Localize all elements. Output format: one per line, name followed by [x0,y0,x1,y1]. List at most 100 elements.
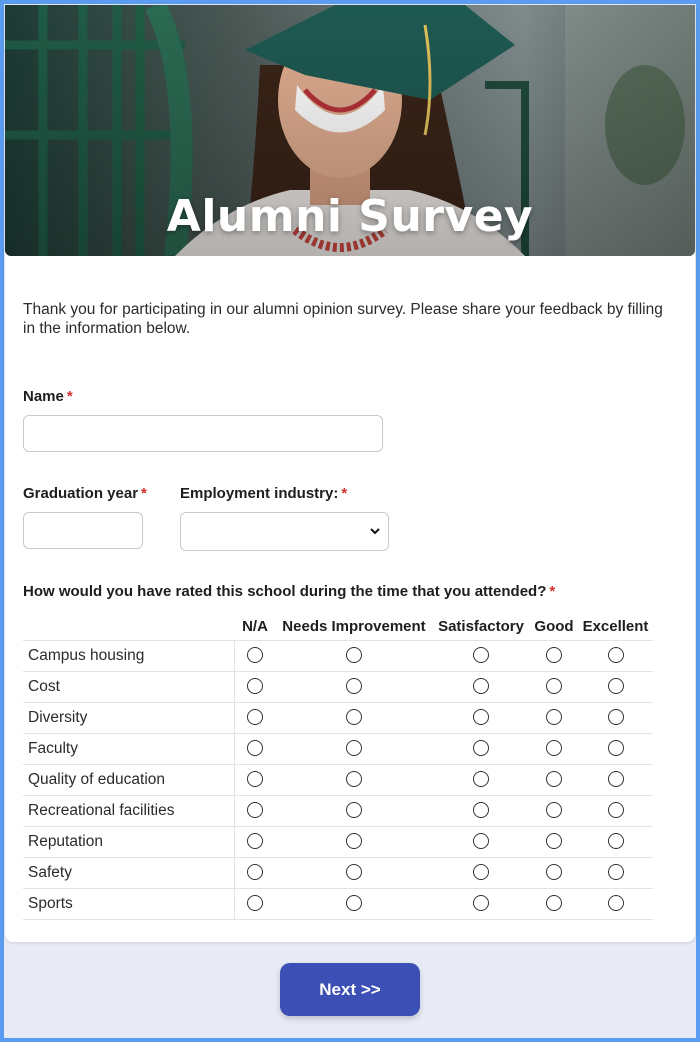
rating-radio-button[interactable] [546,709,562,726]
rating-radio-button[interactable] [607,647,624,664]
graduation-year-input[interactable] [23,512,143,549]
rating-radio-button[interactable] [247,895,264,912]
next-button[interactable]: Next >> [280,963,420,1016]
page-title: Alumni Survey [166,191,534,242]
name-input[interactable] [23,415,383,452]
matrix-cell [578,825,653,857]
rating-radio-button[interactable] [247,833,264,850]
graduation-year-label: Graduation year * [23,485,147,502]
rating-radio-button[interactable] [473,740,489,757]
matrix-cell [234,701,276,733]
rating-question: How would you have rated this school dur… [23,583,555,600]
matrix-cell [432,732,530,764]
chevron-down-icon [370,528,380,535]
rating-radio-button[interactable] [247,740,264,757]
rating-radio-button[interactable] [346,895,362,912]
matrix-row-label: Quality of education [23,763,235,795]
matrix-row-label: Cost [23,670,235,702]
rating-radio-button[interactable] [546,678,562,695]
column-header-needs-improvement: Needs Improvement [282,617,426,635]
rating-radio-button[interactable] [607,864,624,881]
rating-radio-button[interactable] [473,771,489,788]
matrix-row: Campus housing [23,639,653,671]
matrix-row-label: Reputation [23,825,235,857]
rating-radio-button[interactable] [346,833,362,850]
rating-radio-button[interactable] [346,771,362,788]
rating-radio-button[interactable] [546,802,562,819]
rating-radio-button[interactable] [346,802,362,819]
matrix-row: Reputation [23,825,653,857]
rating-radio-button[interactable] [473,678,489,695]
matrix-row-label: Campus housing [23,639,235,671]
rating-radio-button[interactable] [607,709,624,726]
rating-radio-button[interactable] [473,864,489,881]
rating-radio-button[interactable] [546,740,562,757]
rating-radio-button[interactable] [607,771,624,788]
rating-radio-button[interactable] [546,771,562,788]
matrix-cell [530,887,578,920]
matrix-cell [234,763,276,795]
rating-radio-button[interactable] [607,833,624,850]
graduation-year-label-text: Graduation year [23,485,139,502]
matrix-cell [276,670,432,702]
rating-radio-button[interactable] [346,740,362,757]
matrix-cell [276,887,432,920]
required-marker: * [66,388,73,405]
matrix-cell [530,825,578,857]
rating-radio-button[interactable] [473,895,489,912]
rating-radio-button[interactable] [546,895,562,912]
rating-radio-button[interactable] [607,740,624,757]
hero-banner: Alumni Survey [5,5,695,256]
rating-radio-button[interactable] [546,833,562,850]
matrix-cell [234,732,276,764]
rating-radio-button[interactable] [473,647,489,664]
matrix-cell [530,670,578,702]
required-marker: * [141,485,147,502]
employment-industry-label-text: Employment industry: [180,485,339,502]
matrix-cell [578,794,653,826]
rating-radio-button[interactable] [346,864,362,881]
rating-radio-button[interactable] [546,864,562,881]
matrix-row: Diversity [23,701,653,733]
matrix-cell [432,701,530,733]
name-label: Name * [23,388,73,405]
matrix-cell [432,639,530,671]
matrix-cell [432,763,530,795]
rating-radio-button[interactable] [607,802,624,819]
matrix-header-row: N/A Needs Improvement Satisfactory Good … [23,613,653,640]
rating-radio-button[interactable] [247,647,264,664]
rating-radio-button[interactable] [607,895,624,912]
name-label-text: Name [23,388,64,405]
employment-industry-label: Employment industry: * [180,485,347,502]
intro-text: Thank you for participating in our alumn… [23,301,663,337]
survey-card: Alumni Survey Thank you for participatin… [5,5,695,942]
rating-radio-button[interactable] [607,678,624,695]
matrix-cell [234,670,276,702]
matrix-cell [276,701,432,733]
matrix-row: Cost [23,670,653,702]
rating-radio-button[interactable] [546,647,562,664]
matrix-cell [578,856,653,888]
rating-radio-button[interactable] [247,864,264,881]
rating-radio-button[interactable] [247,802,264,819]
rating-radio-button[interactable] [346,678,362,695]
rating-radio-button[interactable] [247,709,264,726]
matrix-corner [23,613,234,640]
matrix-cell [530,794,578,826]
rating-radio-button[interactable] [346,709,362,726]
matrix-row-label: Recreational facilities [23,794,235,826]
matrix-cell [578,670,653,702]
matrix-cell [530,732,578,764]
matrix-cell [276,639,432,671]
rating-radio-button[interactable] [247,771,264,788]
employment-industry-select[interactable] [180,512,389,551]
matrix-cell [432,887,530,920]
rating-radio-button[interactable] [247,678,264,695]
rating-radio-button[interactable] [346,647,362,664]
rating-radio-button[interactable] [473,802,489,819]
matrix-row: Recreational facilities [23,794,653,826]
rating-matrix: N/A Needs Improvement Satisfactory Good … [23,613,653,920]
matrix-cell [234,794,276,826]
rating-radio-button[interactable] [473,833,489,850]
rating-radio-button[interactable] [473,709,489,726]
